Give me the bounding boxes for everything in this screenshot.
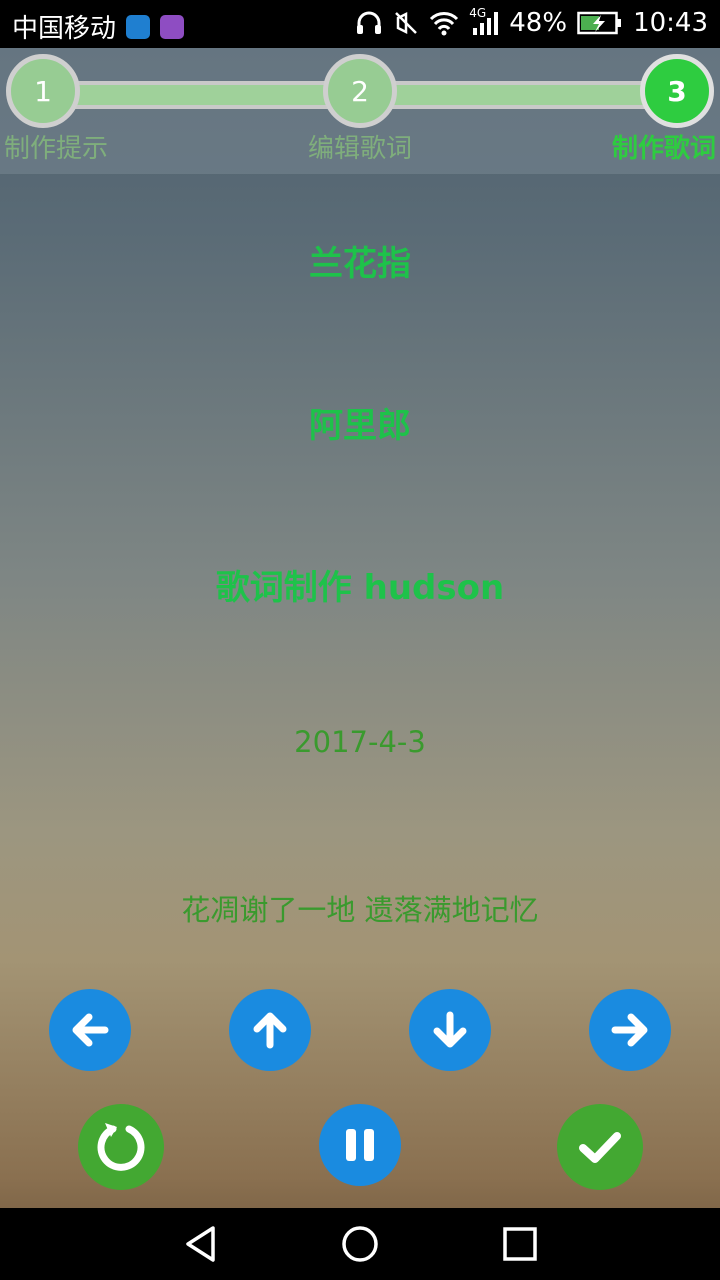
lyrics-maker: 歌词制作 hudson bbox=[215, 568, 505, 608]
forward-arrow-icon bbox=[611, 1013, 648, 1047]
check-icon bbox=[579, 1132, 621, 1163]
step-2-circle[interactable]: 2 bbox=[323, 54, 397, 128]
carrier-name: 中国移动 bbox=[12, 14, 117, 44]
step-3-label: 制作歌词 bbox=[611, 134, 717, 164]
nav-recents-button[interactable] bbox=[498, 1222, 542, 1266]
confirm-button[interactable] bbox=[557, 1104, 643, 1190]
step-1-circle[interactable]: 1 bbox=[6, 54, 80, 128]
step-2-label: 编辑歌词 bbox=[307, 134, 413, 164]
restart-icon bbox=[97, 1123, 145, 1171]
progress-stepper: 1 2 3 制作提示 编辑歌词 制作歌词 bbox=[0, 48, 720, 174]
gallery-icon bbox=[160, 14, 185, 39]
up-arrow-icon bbox=[253, 1012, 287, 1049]
current-lyric-line: 花凋谢了一地 遗落满地记忆 bbox=[181, 893, 539, 927]
back-arrow-icon bbox=[72, 1013, 109, 1047]
mute-icon bbox=[395, 11, 418, 35]
triangle-back-icon bbox=[186, 1226, 215, 1262]
system-nav-bar bbox=[0, 1208, 720, 1280]
song-artist: 阿里郎 bbox=[309, 406, 411, 446]
headphones-icon bbox=[357, 11, 382, 34]
pause-icon bbox=[346, 1129, 374, 1161]
down-arrow-icon bbox=[433, 1011, 467, 1048]
restart-button[interactable] bbox=[78, 1104, 164, 1190]
usb-icon bbox=[126, 14, 151, 39]
step-2-number: 2 bbox=[351, 74, 369, 108]
nav-home-button[interactable] bbox=[338, 1222, 382, 1266]
square-recents-icon bbox=[503, 1227, 537, 1261]
previous-button[interactable] bbox=[49, 989, 131, 1071]
nav-back-button[interactable] bbox=[178, 1222, 222, 1266]
line-down-button[interactable] bbox=[409, 989, 491, 1071]
step-3-circle[interactable]: 3 bbox=[640, 54, 714, 128]
circle-home-icon bbox=[342, 1226, 378, 1262]
network-type: 4G bbox=[469, 6, 487, 20]
battery-charging-icon bbox=[577, 11, 622, 35]
step-1-number: 1 bbox=[34, 74, 52, 108]
step-1-label: 制作提示 bbox=[3, 134, 109, 164]
step-3-number: 3 bbox=[667, 74, 687, 108]
pause-button[interactable] bbox=[319, 1104, 401, 1186]
line-up-button[interactable] bbox=[229, 989, 311, 1071]
app-screen: 中国移动 4G 48% 10:43 1 2 3 制作提示 编辑歌词 制作歌词 兰… bbox=[0, 0, 720, 1280]
battery-percent: 48% bbox=[509, 8, 568, 38]
lyrics-date: 2017-4-3 bbox=[294, 725, 426, 759]
wifi-icon bbox=[430, 12, 459, 36]
song-title: 兰花指 bbox=[309, 244, 411, 284]
next-button[interactable] bbox=[589, 989, 671, 1071]
status-bar: 中国移动 4G 48% 10:43 bbox=[0, 0, 720, 48]
clock: 10:43 bbox=[633, 8, 708, 38]
